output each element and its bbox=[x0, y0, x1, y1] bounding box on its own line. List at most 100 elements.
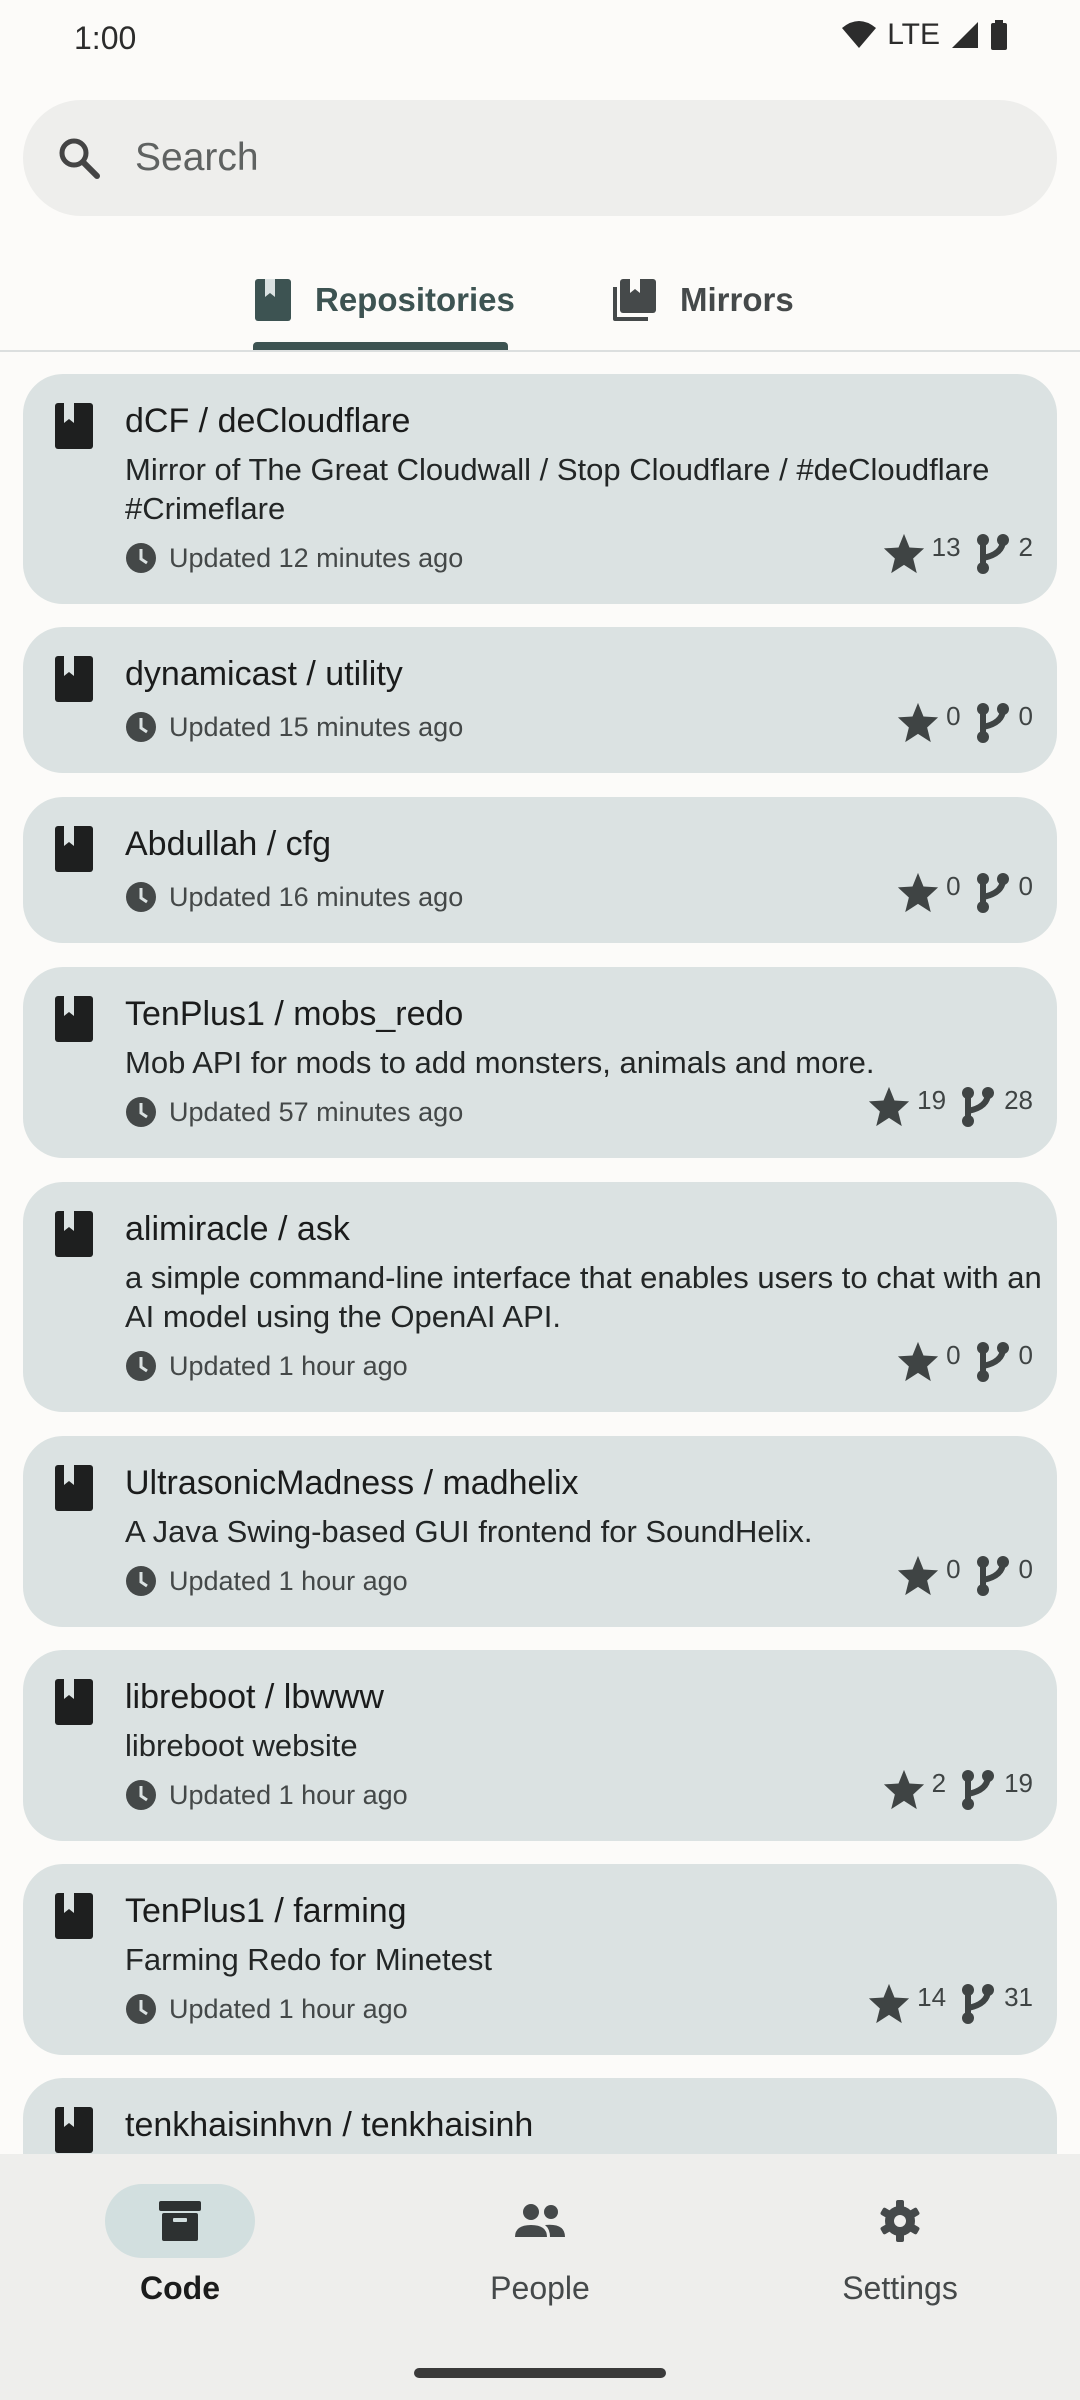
nav-label-code: Code bbox=[140, 2270, 220, 2306]
repo-forks: 31 bbox=[1004, 1982, 1033, 2012]
repo-card[interactable]: TenPlus1 / mobs_redo Mob API for mods to… bbox=[23, 967, 1057, 1158]
star-icon bbox=[883, 533, 924, 574]
nav-item-code[interactable]: Code bbox=[80, 2184, 280, 2307]
repo-forks: 0 bbox=[1018, 701, 1033, 731]
nav-item-people[interactable]: People bbox=[440, 2184, 640, 2307]
status-time: 1:00 bbox=[74, 20, 137, 56]
search-bar[interactable] bbox=[23, 100, 1057, 216]
fork-icon bbox=[962, 1984, 995, 2024]
repo-card[interactable]: dynamicast / utility Updated 15 minutes … bbox=[23, 627, 1057, 773]
search-input[interactable] bbox=[133, 135, 1017, 181]
gesture-handle[interactable] bbox=[414, 2368, 666, 2378]
repo-card[interactable]: tenkhaisinhvn / tenkhaisinh bbox=[23, 2078, 1057, 2154]
fork-icon bbox=[976, 703, 1009, 743]
clock-icon bbox=[126, 1566, 156, 1596]
repo-stats: 2 19 bbox=[882, 1768, 1033, 1812]
repo-forks: 0 bbox=[1018, 871, 1033, 901]
tab-repositories-label: Repositories bbox=[315, 281, 515, 318]
repo-description: A Java Swing-based GUI frontend for Soun… bbox=[125, 1514, 813, 1549]
status-bar: 1:00 LTE bbox=[0, 0, 1080, 80]
tab-bar: Repositories Mirrors bbox=[0, 250, 1080, 352]
repo-book-icon bbox=[55, 1893, 93, 1939]
repo-card[interactable]: libreboot / lbwww libreboot website Upda… bbox=[23, 1650, 1057, 1841]
nav-active-pill bbox=[105, 2184, 255, 2258]
fork-icon bbox=[976, 1556, 1009, 1596]
repo-updated: Updated 1 hour ago bbox=[125, 1993, 408, 2025]
repo-card[interactable]: TenPlus1 / farming Farming Redo for Mine… bbox=[23, 1864, 1057, 2055]
repo-updated: Updated 1 hour ago bbox=[125, 1350, 408, 1382]
repo-title: dCF / deCloudflare bbox=[125, 402, 411, 440]
repo-stats: 0 0 bbox=[896, 701, 1033, 745]
repo-stats: 13 2 bbox=[882, 532, 1033, 576]
gear-icon bbox=[880, 2200, 920, 2242]
tab-mirrors-label: Mirrors bbox=[680, 281, 794, 318]
repo-forks: 2 bbox=[1018, 532, 1033, 562]
repo-updated-text: Updated 1 hour ago bbox=[169, 1993, 408, 2024]
repo-stars: 0 bbox=[946, 1554, 961, 1584]
repo-card[interactable]: Abdullah / cfg Updated 16 minutes ago 0 … bbox=[23, 797, 1057, 943]
repo-book-icon bbox=[55, 656, 93, 702]
clock-icon bbox=[126, 1351, 156, 1381]
fork-icon bbox=[962, 1087, 995, 1127]
repo-title: UltrasonicMadness / madhelix bbox=[125, 1464, 579, 1502]
repo-updated-text: Updated 1 hour ago bbox=[169, 1565, 408, 1596]
repo-card[interactable]: alimiracle / ask a simple command-line i… bbox=[23, 1182, 1057, 1412]
repo-stats: 0 0 bbox=[896, 1554, 1033, 1598]
repo-stars: 0 bbox=[946, 1340, 961, 1370]
search-icon bbox=[59, 138, 100, 179]
repo-title: libreboot / lbwww bbox=[125, 1678, 384, 1716]
repo-book-icon bbox=[55, 996, 93, 1042]
repo-stats: 0 0 bbox=[896, 1340, 1033, 1384]
fork-icon bbox=[962, 1770, 995, 1810]
repo-book-icon bbox=[55, 403, 93, 449]
repo-card[interactable]: UltrasonicMadness / madhelix A Java Swin… bbox=[23, 1436, 1057, 1627]
repo-stars: 14 bbox=[917, 1982, 947, 2012]
star-icon bbox=[897, 1341, 939, 1382]
star-icon bbox=[897, 702, 939, 743]
star-icon bbox=[897, 872, 939, 913]
repo-stars: 13 bbox=[931, 532, 961, 562]
repo-card[interactable]: dCF / deCloudflare Mirror of The Great C… bbox=[23, 374, 1057, 604]
repo-stars: 0 bbox=[946, 701, 961, 731]
tab-active-indicator bbox=[253, 342, 508, 350]
nav-item-settings[interactable]: Settings bbox=[800, 2184, 1000, 2307]
repo-stats: 14 31 bbox=[867, 1982, 1033, 2026]
fork-icon bbox=[976, 534, 1009, 574]
repo-stars: 19 bbox=[917, 1085, 947, 1115]
tab-mirrors[interactable]: Mirrors bbox=[610, 250, 794, 350]
clock-icon bbox=[126, 712, 156, 742]
repo-book-icon bbox=[55, 826, 93, 872]
archive-icon bbox=[159, 2201, 201, 2241]
star-icon bbox=[897, 1555, 939, 1596]
repo-updated: Updated 57 minutes ago bbox=[125, 1096, 463, 1128]
fork-icon bbox=[976, 873, 1009, 913]
books-icon bbox=[613, 279, 656, 321]
clock-icon bbox=[126, 1994, 156, 2024]
fork-icon bbox=[976, 1342, 1009, 1382]
tab-repositories[interactable]: Repositories bbox=[253, 250, 515, 350]
repo-title: alimiracle / ask bbox=[125, 1210, 350, 1248]
repo-forks: 0 bbox=[1018, 1554, 1033, 1584]
repo-updated: Updated 1 hour ago bbox=[125, 1565, 408, 1597]
repo-title: Abdullah / cfg bbox=[125, 825, 332, 863]
clock-icon bbox=[126, 882, 156, 912]
repo-stars: 0 bbox=[946, 871, 961, 901]
clock-icon bbox=[126, 1097, 156, 1127]
repo-stats: 19 28 bbox=[867, 1085, 1033, 1129]
repo-title: TenPlus1 / mobs_redo bbox=[125, 995, 464, 1033]
bottom-navigation: Code People Settings bbox=[0, 2154, 1080, 2400]
repo-updated: Updated 15 minutes ago bbox=[125, 711, 463, 743]
repo-book-icon bbox=[55, 1465, 93, 1511]
star-icon bbox=[869, 1086, 910, 1127]
repo-updated-text: Updated 16 minutes ago bbox=[169, 881, 464, 912]
clock-icon bbox=[126, 1780, 156, 1810]
repo-updated-text: Updated 1 hour ago bbox=[169, 1350, 408, 1381]
repo-title: tenkhaisinhvn / tenkhaisinh bbox=[125, 2106, 534, 2144]
book-icon bbox=[255, 279, 291, 321]
repo-description: Farming Redo for Minetest bbox=[125, 1942, 492, 1977]
repo-title: dynamicast / utility bbox=[125, 655, 403, 693]
star-icon bbox=[869, 1983, 910, 2024]
nav-label-people: People bbox=[490, 2270, 590, 2306]
repo-updated-text: Updated 57 minutes ago bbox=[169, 1096, 464, 1127]
repo-book-icon bbox=[55, 2107, 93, 2153]
